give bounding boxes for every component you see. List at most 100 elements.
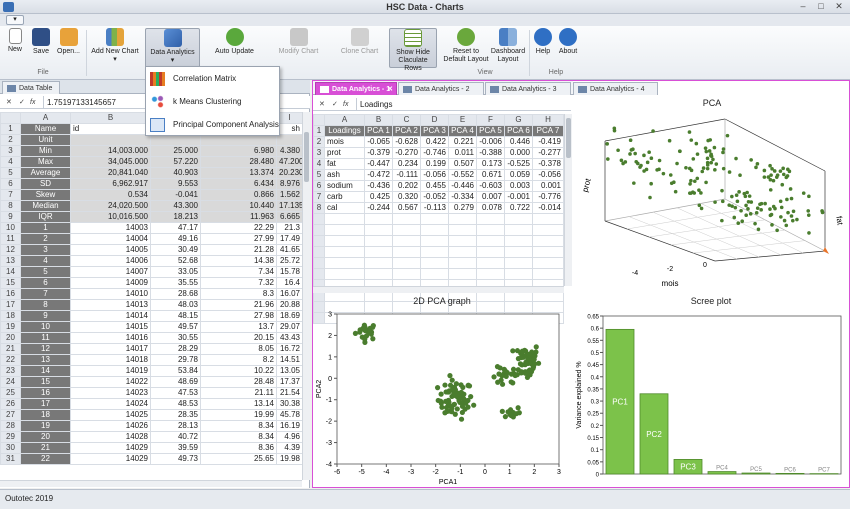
data-cell[interactable]: 14029: [70, 442, 151, 454]
row-header[interactable]: 29: [0, 431, 21, 443]
empty-cell[interactable]: [504, 257, 533, 269]
stat-value-cell[interactable]: 40.903: [150, 167, 201, 179]
row-header[interactable]: [313, 246, 325, 258]
row-header[interactable]: 1: [313, 125, 325, 137]
loading-value-cell[interactable]: -0.776: [532, 191, 564, 203]
stat-value-cell[interactable]: 6.434: [200, 178, 277, 190]
data-cell[interactable]: 27.99: [200, 233, 277, 245]
empty-cell[interactable]: [420, 224, 449, 236]
data-cell[interactable]: 8.34: [200, 420, 277, 432]
data-cell[interactable]: 16.4: [276, 277, 303, 289]
column-header[interactable]: I: [276, 112, 303, 124]
stat-value-cell[interactable]: 8.976: [276, 178, 303, 190]
empty-cell[interactable]: [504, 235, 533, 247]
loading-value-cell[interactable]: 0.001: [532, 180, 564, 192]
close-icon[interactable]: ✕: [832, 1, 846, 12]
loading-value-cell[interactable]: -0.334: [448, 191, 477, 203]
loading-value-cell[interactable]: -0.472: [364, 169, 393, 181]
stat-value-cell[interactable]: 6.665: [276, 211, 303, 223]
stat-value-cell[interactable]: 47.200: [276, 156, 303, 168]
data-cell[interactable]: 16.07: [276, 288, 303, 300]
empty-cell[interactable]: [448, 268, 477, 280]
row-header[interactable]: 15: [0, 277, 21, 289]
loading-value-cell[interactable]: -0.603: [476, 180, 505, 192]
data-cell[interactable]: 16.72: [276, 343, 303, 355]
empty-cell[interactable]: [532, 235, 564, 247]
tab-data-analytics-1[interactable]: Data Analytics - 1 ✕: [315, 82, 397, 95]
loading-value-cell[interactable]: -0.525: [504, 158, 533, 170]
data-cell[interactable]: 19.98: [276, 453, 303, 465]
stat-value-cell[interactable]: 13.374: [200, 167, 277, 179]
loadings-header-cell[interactable]: PCA 1: [364, 125, 393, 137]
data-cell[interactable]: 18.69: [276, 310, 303, 322]
data-cell[interactable]: 21.11: [200, 387, 277, 399]
row-header[interactable]: [313, 213, 325, 225]
row-header[interactable]: 26: [0, 398, 21, 410]
empty-cell[interactable]: [504, 224, 533, 236]
column-header[interactable]: B: [70, 112, 151, 124]
data-cell[interactable]: 47.53: [150, 387, 201, 399]
help-button[interactable]: Help: [532, 28, 554, 56]
data-cell[interactable]: 7.34: [200, 266, 277, 278]
maximize-icon[interactable]: □: [814, 1, 828, 12]
empty-cell[interactable]: [324, 235, 365, 247]
stat-value-cell[interactable]: 9.553: [150, 178, 201, 190]
data-cell[interactable]: 53.84: [150, 365, 201, 377]
stat-value-cell[interactable]: -0.041: [150, 189, 201, 201]
tab-data-analytics-4[interactable]: Data Analytics - 4: [573, 82, 658, 95]
data-cell[interactable]: 39.59: [150, 442, 201, 454]
data-cell[interactable]: 8.36: [200, 442, 277, 454]
row-header[interactable]: 20: [0, 332, 21, 344]
loading-value-cell[interactable]: 0.007: [476, 191, 505, 203]
stat-value-cell[interactable]: 57.220: [150, 156, 201, 168]
loadings-horizontal-scrollbar[interactable]: [313, 286, 564, 293]
empty-cell[interactable]: [364, 257, 393, 269]
loading-value-cell[interactable]: 0.425: [364, 191, 393, 203]
loading-value-cell[interactable]: -0.056: [420, 169, 449, 181]
auto-update-button[interactable]: Auto Update: [212, 28, 257, 56]
variable-name-cell[interactable]: fat: [324, 158, 365, 170]
function-icon[interactable]: fx: [343, 98, 348, 111]
loading-value-cell[interactable]: -0.014: [532, 202, 564, 214]
data-cell[interactable]: 45.78: [276, 409, 303, 421]
row-header[interactable]: 14: [0, 266, 21, 278]
data-analytics-button[interactable]: Data Analytics ▾: [145, 28, 200, 68]
stat-value-cell[interactable]: 17.135: [276, 200, 303, 212]
data-cell[interactable]: 14014: [70, 310, 151, 322]
row-header[interactable]: 4: [0, 156, 21, 168]
scroll-thumb[interactable]: [566, 118, 571, 158]
data-cell[interactable]: 14025: [70, 409, 151, 421]
variable-name-cell[interactable]: cal: [324, 202, 365, 214]
reset-default-layout-button[interactable]: Reset to Default Layout: [443, 28, 489, 64]
empty-cell[interactable]: [420, 246, 449, 258]
row-header[interactable]: 28: [0, 420, 21, 432]
row-header[interactable]: [313, 224, 325, 236]
column-header[interactable]: A: [20, 112, 71, 124]
tab-data-analytics-3[interactable]: Data Analytics - 3: [485, 82, 571, 95]
menu-item-correlation-matrix[interactable]: Correlation Matrix: [146, 68, 279, 90]
loading-value-cell[interactable]: 0.078: [476, 202, 505, 214]
loading-value-cell[interactable]: -0.006: [476, 136, 505, 148]
loading-value-cell[interactable]: 0.279: [448, 202, 477, 214]
row-header[interactable]: 4: [313, 158, 325, 170]
data-cell[interactable]: 25.72: [276, 255, 303, 267]
left-horizontal-scrollbar[interactable]: [0, 480, 302, 487]
loading-value-cell[interactable]: -0.746: [420, 147, 449, 159]
about-button[interactable]: About: [556, 28, 580, 56]
loading-value-cell[interactable]: 0.011: [448, 147, 477, 159]
data-cell[interactable]: 14.38: [200, 255, 277, 267]
loading-value-cell[interactable]: 0.202: [392, 180, 421, 192]
empty-cell[interactable]: [324, 224, 365, 236]
data-cell[interactable]: 19.99: [200, 409, 277, 421]
loading-value-cell[interactable]: 0.000: [504, 147, 533, 159]
data-cell[interactable]: 30.49: [150, 244, 201, 256]
stat-value-cell[interactable]: 6,962.917: [70, 178, 151, 190]
row-header[interactable]: 6: [0, 178, 21, 190]
empty-cell[interactable]: [324, 213, 365, 225]
data-cell[interactable]: 14006: [70, 255, 151, 267]
stat-value-cell[interactable]: 20.230: [276, 167, 303, 179]
data-cell[interactable]: 29.07: [276, 321, 303, 333]
loading-value-cell[interactable]: -0.378: [532, 158, 564, 170]
loading-value-cell[interactable]: 0.003: [504, 180, 533, 192]
empty-cell[interactable]: [476, 268, 505, 280]
